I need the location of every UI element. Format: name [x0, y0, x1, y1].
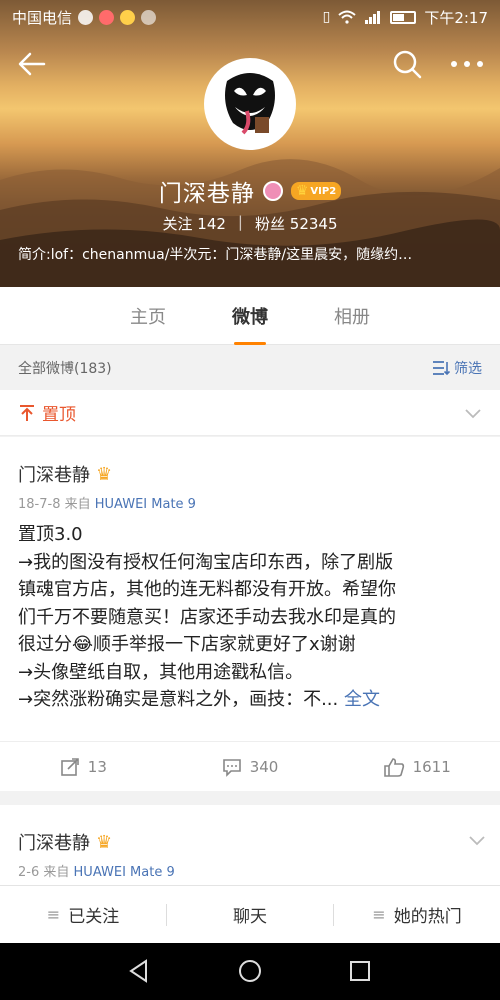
- followed-button[interactable]: ≡ 已关注: [0, 902, 166, 927]
- repost-count: 13: [87, 757, 107, 776]
- following-stat[interactable]: 关注 142: [162, 213, 225, 234]
- her-hot-label: 她的热门: [393, 907, 462, 927]
- tab-weibo[interactable]: 微博: [232, 303, 268, 329]
- pinned-label: 置顶: [42, 405, 76, 425]
- nav-back-triangle-icon[interactable]: [126, 958, 152, 984]
- signal-icon: [365, 11, 381, 24]
- followers-label: 粉丝: [254, 215, 285, 233]
- nav-recents-square-icon[interactable]: [347, 958, 373, 984]
- post-line: 镇魂官方店，其他的连无料都没有开放。希望你: [18, 579, 396, 600]
- post-card[interactable]: 门深巷静 ♛ 18-7-8 来自 HUAWEI Mate 9 置顶3.0 →我的…: [0, 437, 500, 791]
- all-posts-count: 全部微博(183): [18, 361, 112, 377]
- post-from: 来自: [43, 865, 70, 880]
- post-line: →突然涨粉确实是意料之外，画技：不...: [18, 689, 339, 710]
- post-line: →头像壁纸自取，其他用途戳私信。: [18, 661, 304, 683]
- post-author-name[interactable]: 门深巷静: [18, 829, 90, 855]
- search-icon[interactable]: [391, 48, 423, 80]
- filter-bar: 全部微博(183) 筛选: [0, 346, 500, 390]
- menu-lines-icon: ≡: [372, 905, 386, 924]
- profile-action-bar: ≡ 已关注 聊天 ≡ 她的热门: [0, 885, 500, 943]
- avatar[interactable]: [204, 58, 296, 150]
- notification-icon: [99, 9, 115, 25]
- venom-avatar-image: [207, 61, 293, 147]
- chevron-down-icon[interactable]: [468, 831, 486, 849]
- thumbs-up-icon: [383, 757, 404, 777]
- post-date: 18-7-8: [18, 497, 61, 512]
- post-line-last: →突然涨粉确实是意料之外，画技：不... 全文: [18, 686, 488, 714]
- profile-name: 门深巷静: [158, 181, 255, 207]
- vip-crown-icon: ♛: [96, 463, 113, 485]
- following-label: 关注: [162, 215, 193, 233]
- system-navigation-bar: [0, 943, 500, 1000]
- her-hot-button[interactable]: ≡ 她的热门: [334, 902, 500, 927]
- post-actions: 13 340 1611: [0, 741, 500, 791]
- menu-lines-icon: ≡: [46, 905, 61, 924]
- full-text-link[interactable]: 全文: [344, 689, 380, 710]
- post-line: 置顶3.0: [18, 524, 83, 545]
- post-line: 很过分😂顺手举报一下店家就更好了x谢谢: [18, 634, 356, 655]
- weibo-notification-icon: [120, 9, 136, 25]
- clock: 下午2:17: [424, 8, 488, 27]
- profile-header: 中国电信 ▯ 下午2:17 门深巷静 ♛ VIP2 关注 142 | 粉丝 52…: [0, 0, 500, 287]
- filter-button[interactable]: 筛选: [432, 358, 482, 378]
- status-bar: 中国电信 ▯ 下午2:17: [0, 0, 500, 34]
- post-date: 2-6: [18, 865, 40, 880]
- profile-name-row: 门深巷静 ♛ VIP2: [0, 174, 500, 208]
- cloud-icon: [141, 9, 157, 25]
- tab-home[interactable]: 主页: [130, 303, 166, 329]
- pinned-section-header[interactable]: 置顶: [0, 390, 500, 436]
- crown-icon: ♛: [295, 183, 309, 199]
- comment-count: 340: [249, 757, 279, 776]
- pin-top-icon: [20, 404, 34, 421]
- followers-count: 52345: [289, 215, 338, 233]
- filter-label: 筛选: [454, 361, 482, 377]
- post-source[interactable]: HUAWEI Mate 9: [74, 865, 175, 880]
- filter-icon: [433, 361, 450, 376]
- comment-button[interactable]: 340: [167, 757, 334, 777]
- chevron-down-icon[interactable]: [464, 404, 482, 422]
- follow-stats: 关注 142 | 粉丝 52345: [0, 213, 500, 234]
- vip-crown-icon: ♛: [96, 831, 113, 853]
- notification-icon: [78, 9, 94, 25]
- post-author-row: 门深巷静 ♛: [18, 829, 112, 855]
- female-badge-icon: [262, 181, 283, 201]
- repost-icon: [60, 757, 79, 776]
- post-line: →我的图没有授权任何淘宝店印东西，除了剧版: [18, 551, 394, 573]
- vibrate-icon: ▯: [322, 9, 331, 25]
- followed-label: 已关注: [68, 907, 120, 927]
- post-source[interactable]: HUAWEI Mate 9: [95, 497, 196, 512]
- vip-badge[interactable]: ♛ VIP2: [290, 182, 342, 200]
- nav-home-circle-icon[interactable]: [237, 958, 263, 984]
- more-options-icon[interactable]: [447, 48, 487, 80]
- post-author-row: 门深巷静 ♛: [18, 461, 112, 487]
- post-author-name[interactable]: 门深巷静: [18, 461, 90, 487]
- repost-button[interactable]: 13: [0, 757, 167, 777]
- wifi-icon: [338, 10, 356, 24]
- post-body: 置顶3.0 →我的图没有授权任何淘宝店印东西，除了剧版 镇魂官方店，其他的连无料…: [18, 521, 488, 714]
- followers-stat[interactable]: 粉丝 52345: [255, 213, 338, 234]
- chat-button[interactable]: 聊天: [167, 902, 333, 927]
- like-count: 1611: [412, 757, 451, 776]
- post-from: 来自: [64, 497, 91, 512]
- profile-tabs: 主页 微博 相册: [0, 287, 500, 345]
- comment-icon: [222, 758, 241, 777]
- tab-album[interactable]: 相册: [334, 303, 370, 329]
- post-meta: 18-7-8 来自 HUAWEI Mate 9: [18, 493, 196, 512]
- battery-icon: [390, 10, 417, 24]
- post-meta: 2-6 来自 HUAWEI Mate 9: [18, 861, 175, 880]
- back-arrow-icon[interactable]: [16, 48, 48, 80]
- vip-label: VIP2: [310, 185, 337, 197]
- post-line: 们千万不要随意买！店家还手动去我水印是真的: [18, 606, 396, 628]
- following-count: 142: [197, 215, 226, 233]
- post-card[interactable]: 门深巷静 ♛ 2-6 来自 HUAWEI Mate 9: [0, 805, 500, 885]
- like-button[interactable]: 1611: [333, 757, 500, 777]
- chat-label: 聊天: [233, 907, 267, 927]
- profile-bio[interactable]: 简介:lof：chenanmua/半次元：门深巷静/这里晨安，随缘约…: [18, 244, 488, 264]
- stat-divider: |: [237, 213, 243, 231]
- carrier-label: 中国电信: [12, 8, 73, 27]
